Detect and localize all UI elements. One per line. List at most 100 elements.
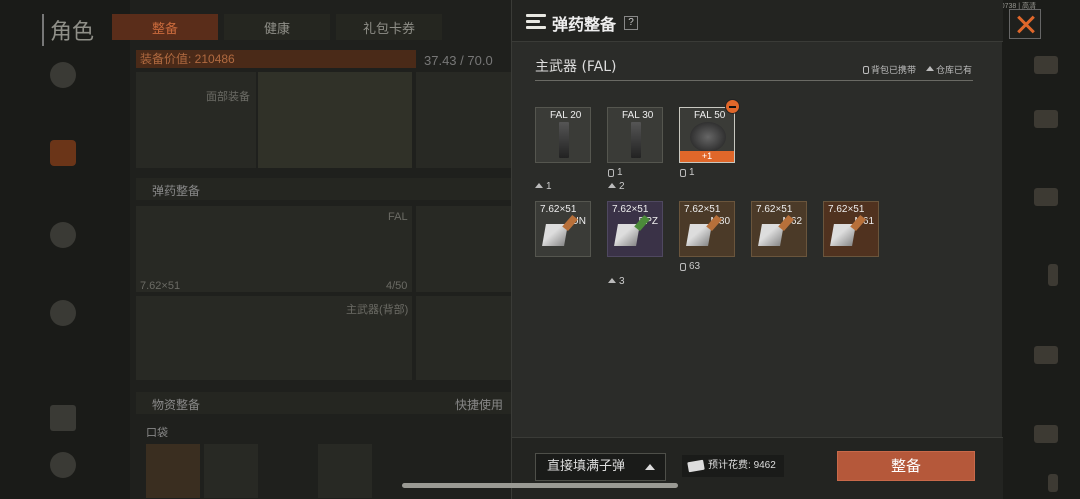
- capacity-text: 37.43 / 70.0: [424, 53, 493, 68]
- magazine-label: FAL 20: [550, 110, 582, 121]
- ammo-box-icon: [1034, 56, 1058, 74]
- arrow-icon: [1048, 474, 1058, 492]
- backpack-icon: [680, 168, 686, 177]
- ammo-caliber: 7.62×51: [828, 204, 865, 215]
- vehicle-icon: [1034, 346, 1058, 364]
- estimated-cost: 预计花费: 9462: [682, 455, 784, 477]
- warehouse-icon: [535, 183, 543, 188]
- magazine-fal-50[interactable]: FAL 50 +1: [679, 107, 735, 163]
- warehouse-icon: [608, 278, 616, 283]
- chevron-up-icon: [645, 464, 655, 470]
- ammo-caliber: 7.62×51: [756, 204, 793, 215]
- ammo-762-m61[interactable]: 7.62×51 M61: [823, 201, 879, 257]
- legend: 背包已携带 仓库已有: [862, 63, 972, 76]
- magazine-fal-30-backpack-count: 1: [608, 167, 623, 178]
- ammo-762-un[interactable]: 7.62×51 UN: [535, 201, 591, 257]
- magazine-icon: [1048, 264, 1058, 286]
- legend-warehouse: 仓库已有: [925, 63, 972, 76]
- bullet-icon: [542, 224, 568, 246]
- face-slot[interactable]: [136, 72, 256, 168]
- helmet-icon[interactable]: [50, 62, 76, 88]
- ammo-caliber: 7.62×51: [612, 204, 649, 215]
- weapon-label: FAL: [388, 211, 408, 223]
- legend-backpack: 背包已携带: [862, 63, 916, 76]
- magazine-label: FAL 30: [622, 110, 654, 121]
- ammo-m80-count: 63: [680, 261, 700, 272]
- chat-icon[interactable]: [50, 300, 76, 326]
- warehouse-icon: [608, 183, 616, 188]
- pocket-slot-3[interactable]: [318, 444, 372, 498]
- caliber-label: 7.62×51: [140, 280, 181, 292]
- ammo-label[interactable]: 弹药整备: [152, 182, 200, 199]
- backpack-icon: [608, 168, 614, 177]
- backpack-icon: [680, 262, 686, 271]
- tab-equip[interactable]: 整备: [112, 14, 218, 40]
- belt-slot[interactable]: [416, 72, 511, 168]
- ammo-list-icon: [526, 14, 546, 30]
- remove-magazine-button[interactable]: [725, 99, 740, 114]
- quick-use-label: 快捷使用: [455, 398, 504, 412]
- ammo-762-m80[interactable]: 7.62×51 M80: [679, 201, 735, 257]
- legend-warehouse-label: 仓库已有: [935, 65, 972, 75]
- cost-label: 预计花费:: [708, 460, 751, 471]
- ammo-caliber: 7.62×51: [540, 204, 577, 215]
- warehouse-icon[interactable]: [50, 452, 76, 478]
- cost-value: 9462: [753, 460, 776, 471]
- main-tabs: 整备 健康 礼包卡券: [112, 14, 448, 40]
- mag-count-label: 4/50: [386, 280, 408, 292]
- magazine-fal-50-count: 1: [680, 167, 695, 178]
- bullet-icon: [830, 224, 856, 246]
- legend-backpack-label: 背包已携带: [870, 65, 916, 75]
- tab-health[interactable]: 健康: [224, 14, 330, 40]
- magazine-fal-30-warehouse-count: 2: [608, 181, 625, 192]
- bullet-icon: [758, 224, 784, 246]
- ammo-762-m62[interactable]: 7.62×51 M62: [751, 201, 807, 257]
- bullet-icon: [614, 224, 640, 246]
- count-value: 1: [617, 167, 623, 178]
- supplies-label[interactable]: 物资整备: [152, 396, 200, 413]
- weapon-icon: [1034, 425, 1058, 443]
- modal-header: 弹药整备 ?: [512, 0, 1003, 42]
- count-value: 2: [619, 181, 625, 192]
- bullet-icon: [686, 224, 712, 246]
- equip-button[interactable]: 整备: [837, 451, 975, 481]
- rifle-icon: [1034, 188, 1058, 206]
- help-button[interactable]: ?: [624, 16, 638, 30]
- magazine-label: FAL 50: [694, 110, 726, 121]
- backpack-icon: [862, 65, 869, 74]
- pocket-slot-2[interactable]: [204, 444, 258, 498]
- section-title: 主武器 (FAL): [535, 59, 617, 75]
- quantity-badge: +1: [680, 151, 734, 162]
- close-button[interactable]: [1009, 9, 1041, 39]
- magazine-fal-20-count: 1: [535, 181, 552, 192]
- ammo-loadout-modal: 弹药整备 ? 主武器 (FAL) 背包已携带 仓库已有 FAL 20 1 FAL…: [511, 0, 1003, 499]
- count-value: 1: [546, 181, 552, 192]
- count-value: 3: [619, 276, 625, 287]
- magazine-fal-30[interactable]: FAL 30: [607, 107, 663, 163]
- melee-slot[interactable]: [416, 296, 511, 380]
- magazine-fal-20[interactable]: FAL 20: [535, 107, 591, 163]
- tab-gift-cards[interactable]: 礼包卡券: [336, 14, 442, 40]
- fill-mode-value: 直接填满子弹: [547, 459, 626, 474]
- face-label: 面部装备: [206, 91, 250, 103]
- home-indicator[interactable]: [402, 483, 678, 488]
- equip-value: 装备价值: 210486: [136, 50, 416, 68]
- armor-icon[interactable]: [50, 140, 76, 166]
- ammo-bpz-count: 3: [608, 276, 625, 287]
- armor-slot[interactable]: [258, 72, 412, 168]
- mask-icon[interactable]: [50, 222, 76, 248]
- pocket-label: 口袋: [146, 427, 168, 439]
- backpack-icon[interactable]: [50, 405, 76, 431]
- count-value: 1: [689, 167, 695, 178]
- pocket-slot-1[interactable]: [146, 444, 200, 498]
- modal-footer: 直接填满子弹 预计花费: 9462 整备: [512, 437, 1003, 499]
- section-divider: [535, 80, 973, 81]
- home-icon: [1034, 110, 1058, 128]
- page-title: 角色: [42, 14, 94, 46]
- fill-mode-dropdown[interactable]: 直接填满子弹: [535, 453, 666, 481]
- warehouse-icon: [925, 66, 934, 71]
- magazine-image: [559, 122, 569, 158]
- drum-magazine-image: [690, 122, 726, 152]
- secondary-slot[interactable]: [416, 206, 511, 292]
- ammo-762-bpz[interactable]: 7.62×51 BPZ: [607, 201, 663, 257]
